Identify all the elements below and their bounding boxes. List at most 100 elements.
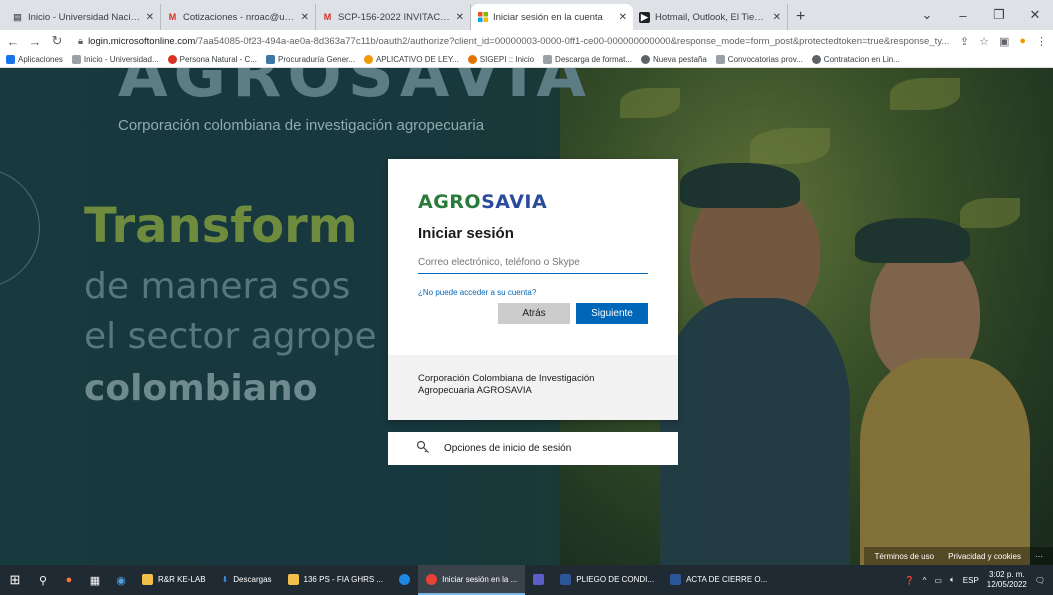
email-input[interactable]: [418, 252, 648, 274]
document-icon: ▤: [13, 11, 22, 22]
bookmarks-bar: Aplicaciones Inicio - Universidad... Per…: [0, 52, 1053, 68]
forward-arrow-icon[interactable]: →: [28, 34, 42, 49]
clock[interactable]: 3:02 p. m. 12/05/2022: [987, 570, 1027, 590]
back-button[interactable]: Atrás: [498, 303, 570, 324]
close-tab-icon[interactable]: ✕: [773, 12, 781, 23]
hero-line-3: el sector agrope: [84, 316, 377, 357]
system-tray: ❓ ^ ▭ 🔈︎ ESP 3:02 p. m. 12/05/2022 🗨︎: [905, 570, 1053, 590]
signin-dialog: AGROSAVIA Iniciar sesión ¿No puede acced…: [388, 159, 678, 420]
window-controls: ⌄ – ❐ ✕: [909, 0, 1053, 30]
close-tab-icon[interactable]: ✕: [146, 12, 154, 23]
taskbar-app-word[interactable]: ACTA DE CIERRE O...: [662, 565, 775, 595]
bookmark-item[interactable]: Descarga de format...: [543, 55, 632, 64]
help-icon[interactable]: ❓: [905, 576, 915, 585]
taskbar-app-teams[interactable]: [525, 565, 552, 595]
hero-line-2: de manera sos: [84, 266, 351, 307]
page-content: AGROSAVIA Corporación colombiana de inve…: [0, 68, 1053, 565]
tab-cotizaciones[interactable]: M Cotizaciones - nroac@unal.edu. ✕: [161, 4, 316, 30]
network-icon[interactable]: ▭: [934, 576, 942, 585]
page-footer: Términos de uso Privacidad y cookies ···: [864, 547, 1053, 565]
clock-time: 3:02 p. m.: [989, 570, 1025, 579]
key-icon: [416, 440, 430, 457]
close-tab-icon[interactable]: ✕: [301, 12, 309, 23]
taskbar: ⊞ ⚲ ● ▦ ◉ R&R KE-LAB ⬇ Descargas 136 PS -…: [0, 565, 1053, 595]
tab-hotmail[interactable]: ▶ Hotmail, Outlook, El Tiempo, not ✕: [633, 4, 788, 30]
signin-title: Iniciar sesión: [418, 225, 514, 242]
windows-start-icon[interactable]: ⊞: [0, 572, 30, 588]
signin-options-label: Opciones de inicio de sesión: [444, 443, 572, 454]
close-tab-icon[interactable]: ✕: [456, 12, 464, 23]
tab-scp[interactable]: M SCP-156-2022 INVITACIÓN PARA ✕: [316, 4, 471, 30]
taskbar-app-folder[interactable]: R&R KE-LAB: [134, 565, 214, 595]
taskbar-app-edge[interactable]: [391, 565, 418, 595]
tab-title: Inicio - Universidad Nacional de: [28, 11, 141, 23]
bookmark-item[interactable]: APLICATIVO DE LEY...: [363, 55, 459, 64]
tab-search-icon[interactable]: ⌄: [909, 7, 945, 23]
volume-icon[interactable]: 🔈︎: [950, 575, 955, 585]
restore-icon[interactable]: ❐: [981, 7, 1017, 23]
url-path: /7aa54085-0f23-494a-ae0a-8d363a77c11b/oa…: [195, 35, 950, 47]
profile-icon[interactable]: ●: [1019, 35, 1026, 47]
site-icon: [266, 55, 275, 64]
url-host: login.microsoftonline.com: [88, 35, 196, 47]
folder-icon: [287, 573, 299, 585]
menu-icon[interactable]: ⋮: [1036, 35, 1047, 48]
brand-tagline: Corporación colombiana de investigación …: [118, 117, 485, 134]
next-button[interactable]: Siguiente: [576, 303, 648, 324]
edge-icon: [399, 573, 411, 585]
signin-form: AGROSAVIA Iniciar sesión ¿No puede acced…: [388, 159, 678, 355]
firefox-icon[interactable]: ●: [56, 565, 82, 595]
signin-options-button[interactable]: Opciones de inicio de sesión: [388, 432, 678, 465]
bookmark-aplicaciones[interactable]: Aplicaciones: [6, 55, 63, 64]
chevron-up-icon[interactable]: ^: [923, 576, 927, 585]
terms-link[interactable]: Términos de uso: [874, 552, 934, 561]
calculator-icon[interactable]: ▦: [82, 565, 108, 595]
star-icon[interactable]: ☆: [979, 35, 989, 48]
site-icon: [467, 55, 477, 64]
clock-date: 12/05/2022: [986, 580, 1027, 589]
document-icon: [71, 55, 81, 64]
taskbar-app-folder[interactable]: 136 PS - FIA GHRS ...: [280, 565, 392, 595]
taskbar-app-chrome[interactable]: Iniciar sesión en la ...: [418, 565, 526, 595]
document-icon: [715, 55, 725, 64]
tab-title: Iniciar sesión en la cuenta: [493, 11, 603, 23]
cant-access-link[interactable]: ¿No puede acceder a su cuenta?: [418, 288, 648, 297]
language-indicator[interactable]: ESP: [963, 576, 979, 585]
hero-line-4: colombiano: [84, 368, 318, 409]
gmail-icon: M: [323, 12, 332, 22]
brand-logo-text: AGROSAVIA: [118, 68, 592, 112]
site-icon: [167, 55, 177, 64]
bookmark-item[interactable]: SIGEPI :: Inicio: [467, 55, 534, 64]
address-bar[interactable]: 🔒︎ login.microsoftonline.com/7aa54085-0f…: [72, 32, 952, 50]
taskbar-app-downloads[interactable]: ⬇ Descargas: [214, 565, 280, 595]
new-tab-button[interactable]: +: [788, 8, 813, 30]
more-options-icon[interactable]: ···: [1035, 552, 1043, 561]
org-line-2: Agropecuaria AGROSAVIA: [418, 385, 532, 396]
notifications-icon[interactable]: 🗨︎: [1035, 576, 1045, 585]
minimize-icon[interactable]: –: [945, 8, 981, 23]
bookmark-item[interactable]: Contratacion en Lin...: [811, 55, 900, 64]
bookmark-item[interactable]: Nueva pestaña: [640, 55, 707, 64]
button-row: Atrás Siguiente: [418, 303, 648, 324]
msn-icon: ▶: [639, 11, 650, 23]
tab-iniciar-sesion[interactable]: Iniciar sesión en la cuenta ✕: [471, 4, 633, 30]
toolbar-icons: ⇪ ☆ ▣ ● ⋮: [960, 35, 1047, 48]
bookmark-item[interactable]: Convocatorias prov...: [715, 55, 803, 64]
bookmark-item[interactable]: Inicio - Universidad...: [71, 55, 159, 64]
close-window-icon[interactable]: ✕: [1017, 7, 1053, 23]
share-icon[interactable]: ⇪: [960, 35, 969, 48]
org-description: Corporación Colombiana de Investigación …: [388, 355, 678, 420]
site-icon: [363, 55, 373, 64]
privacy-link[interactable]: Privacidad y cookies: [948, 552, 1021, 561]
chrome-icon[interactable]: ◉: [108, 565, 134, 595]
extensions-icon[interactable]: ▣: [999, 35, 1009, 48]
close-tab-icon[interactable]: ✕: [619, 12, 627, 23]
bookmark-item[interactable]: Procuraduría Gener...: [266, 55, 355, 64]
bookmark-item[interactable]: Persona Natural - C...: [167, 55, 257, 64]
back-arrow-icon[interactable]: ←: [6, 34, 20, 49]
lock-icon: 🔒︎: [78, 35, 84, 47]
reload-icon[interactable]: ↻: [50, 33, 64, 49]
taskbar-app-word[interactable]: PLIEGO DE CONDI...: [552, 565, 662, 595]
search-icon[interactable]: ⚲: [30, 565, 56, 595]
tab-universidad[interactable]: ▤ Inicio - Universidad Nacional de ✕: [6, 4, 161, 30]
